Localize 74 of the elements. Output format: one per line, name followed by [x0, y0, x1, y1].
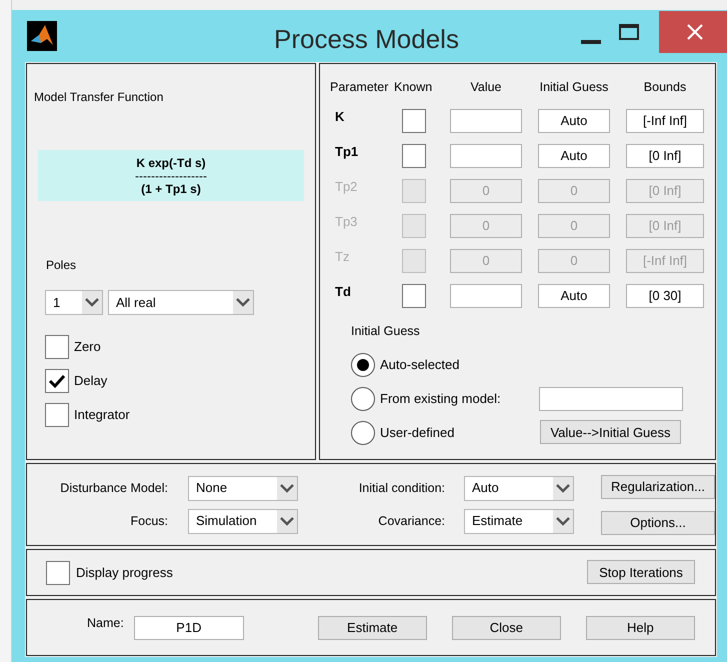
initial-guess-field[interactable]: Auto — [538, 284, 610, 308]
covariance-dropdown[interactable]: Estimate — [464, 508, 574, 534]
checkbox-label: Zero — [74, 338, 101, 356]
checkbox[interactable] — [45, 403, 69, 427]
button[interactable]: Close — [452, 616, 561, 640]
maximize-icon[interactable] — [619, 24, 639, 40]
field-label: Initial condition: — [358, 480, 445, 497]
bounds-field[interactable]: [0 30] — [626, 284, 704, 308]
bounds-field[interactable]: [-Inf Inf] — [626, 108, 704, 133]
section-title: Initial Guess — [351, 322, 421, 340]
initial-guess-field[interactable]: Auto — [538, 108, 610, 133]
radio-label: User-defined — [380, 424, 456, 442]
checkbox[interactable] — [402, 144, 426, 168]
radio-label: Auto-selected — [380, 356, 460, 374]
field-label: Focus: — [129, 512, 168, 530]
name-field[interactable]: P1D — [134, 616, 244, 640]
poles-label: Poles — [46, 257, 78, 274]
checkbox-label: Display progress — [76, 564, 173, 582]
chevron-down-icon — [236, 298, 250, 307]
panel-title: Model Transfer Function — [34, 89, 164, 106]
value-field[interactable] — [450, 108, 522, 133]
column-header: Bounds — [642, 79, 688, 96]
button[interactable]: Value-->Initial Guess — [540, 420, 681, 444]
focus-dropdown[interactable]: Simulation — [188, 508, 298, 534]
window-title: Process Models — [274, 22, 459, 56]
radio-label: From existing model: — [380, 390, 502, 408]
model-name-field[interactable] — [539, 386, 683, 410]
checkbox[interactable] — [45, 335, 69, 359]
checkbox[interactable] — [45, 369, 69, 393]
radio-button[interactable] — [351, 352, 375, 376]
radio-button[interactable] — [351, 386, 375, 410]
parameter-name: Td — [334, 284, 352, 300]
bounds-field[interactable]: [0 Inf] — [626, 144, 704, 168]
column-header: Known — [394, 79, 434, 96]
button[interactable]: Regularization... — [601, 474, 715, 498]
parameter-name: Tp1 — [334, 144, 360, 160]
checkbox-label: Integrator — [74, 406, 130, 424]
parameter-name: K — [334, 109, 346, 124]
value-field[interactable] — [450, 144, 522, 168]
parameter-name: Tp2 — [334, 179, 358, 194]
radio-button[interactable] — [351, 420, 375, 444]
initial-condition-dropdown[interactable]: Auto — [464, 476, 574, 500]
parameter-name: Tp3 — [334, 214, 358, 230]
value-field[interactable] — [450, 284, 522, 308]
parameter-name: Tz — [334, 249, 350, 264]
checkbox[interactable] — [402, 284, 426, 308]
column-header: Initial Guess — [538, 79, 610, 96]
close-icon — [686, 24, 702, 40]
app-logo-icon — [27, 21, 57, 51]
numerator: K exp(-Td s) — [136, 154, 206, 170]
column-header: Parameter — [330, 79, 390, 96]
field-label: Disturbance Model: — [59, 480, 168, 497]
pole-type-dropdown[interactable]: All real — [108, 290, 254, 315]
chevron-down-icon — [280, 516, 294, 526]
fraction-line: ------------------ — [135, 170, 207, 180]
disturbance-model-dropdown[interactable]: None — [188, 476, 298, 500]
close-button[interactable] — [659, 11, 727, 53]
button[interactable]: Stop Iterations — [587, 560, 695, 584]
button[interactable]: Estimate — [318, 616, 427, 640]
chevron-down-icon — [556, 484, 570, 492]
column-header: Value — [469, 79, 503, 96]
poles-dropdown[interactable]: 1 — [45, 290, 103, 315]
name-label: Name: — [87, 615, 124, 632]
chevron-down-icon — [556, 516, 570, 526]
initial-guess-field[interactable]: Auto — [538, 144, 610, 168]
button[interactable]: Options... — [601, 510, 715, 534]
denominator: (1 + Tp1 s) — [141, 180, 201, 196]
checkbox[interactable] — [46, 560, 70, 584]
chevron-down-icon — [280, 484, 294, 492]
checkbox-label: Delay — [74, 372, 108, 390]
button[interactable]: Help — [586, 616, 695, 640]
field-label: Covariance: — [377, 512, 445, 530]
checkbox[interactable] — [402, 108, 426, 133]
chevron-down-icon — [85, 298, 99, 307]
